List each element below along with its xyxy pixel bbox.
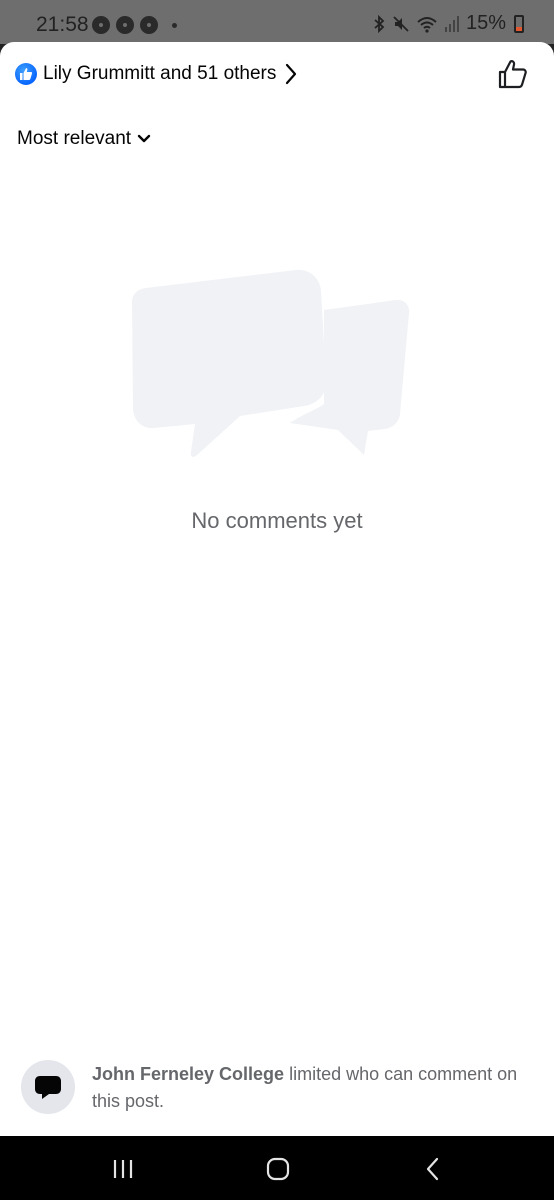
thumbs-up-icon[interactable] [498, 58, 528, 90]
signal-icon [444, 15, 459, 32]
status-bar: 21:58 15% [0, 0, 554, 44]
like-icon [15, 63, 37, 85]
wifi-icon [417, 16, 437, 33]
empty-state-message: No comments yet [191, 508, 363, 533]
chevron-down-icon [137, 134, 151, 143]
notice-page-name[interactable]: John Ferneley College [92, 1064, 284, 1084]
reactions-summary[interactable]: Lily Grummitt and 51 others [15, 60, 298, 88]
notification-icons [92, 16, 158, 34]
notice-avatar [21, 1060, 75, 1114]
sort-dropdown[interactable]: Most relevant [17, 128, 151, 150]
comment-bubble-icon [35, 1076, 61, 1099]
battery-icon [514, 14, 524, 33]
notification-dot [172, 23, 177, 28]
system-status-icons: 15% [372, 12, 524, 35]
back-icon[interactable] [418, 1154, 448, 1184]
home-icon[interactable] [263, 1154, 293, 1184]
chrome-icon [92, 16, 110, 34]
chat-bubbles-icon [132, 269, 410, 457]
comment-limit-notice: John Ferneley College limited who can co… [21, 1059, 541, 1119]
status-time: 21:58 [36, 13, 89, 36]
chevron-right-icon [286, 63, 297, 85]
comments-sheet: Lily Grummitt and 51 others Most relevan… [0, 42, 554, 1136]
chrome-icon [116, 16, 134, 34]
bluetooth-icon [374, 14, 385, 33]
system-nav-bar [0, 1136, 554, 1200]
battery-percent: 15% [465, 12, 506, 34]
mute-icon [393, 15, 409, 32]
notice-text: John Ferneley College limited who can co… [92, 1061, 542, 1115]
recent-apps-icon[interactable] [108, 1154, 138, 1184]
sort-label: Most relevant [17, 128, 132, 149]
reactions-text: Lily Grummitt and 51 others [43, 63, 277, 84]
chrome-icon [140, 16, 158, 34]
